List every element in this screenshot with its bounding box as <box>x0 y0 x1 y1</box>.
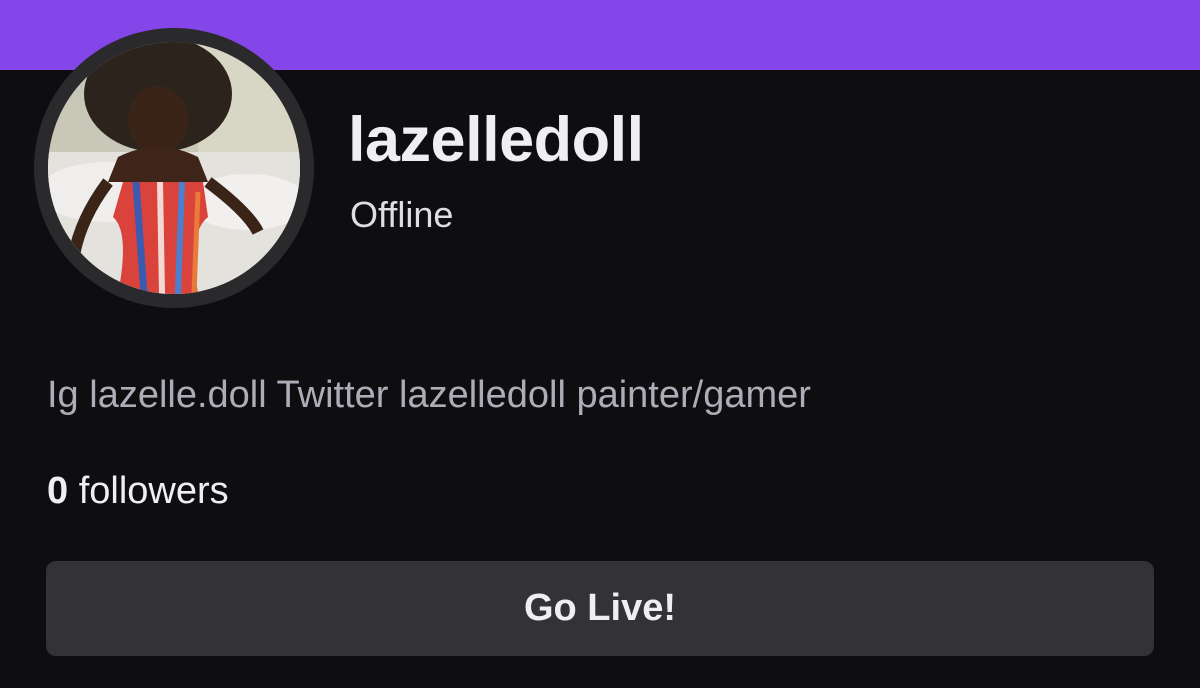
username: lazelledoll <box>348 105 644 175</box>
profile-bio: Ig lazelle.doll Twitter lazelledoll pain… <box>47 374 811 416</box>
avatar-photo-icon <box>48 42 300 294</box>
avatar[interactable] <box>34 28 314 308</box>
go-live-button[interactable]: Go Live! <box>46 561 1154 656</box>
followers-number: 0 <box>47 470 69 512</box>
stream-status: Offline <box>350 194 454 235</box>
profile-page: lazelledoll Offline Ig lazelle.doll Twit… <box>0 0 1200 688</box>
followers-label: followers <box>78 470 229 512</box>
followers-count: 0 followers <box>47 468 229 514</box>
go-live-label: Go Live! <box>523 587 677 629</box>
